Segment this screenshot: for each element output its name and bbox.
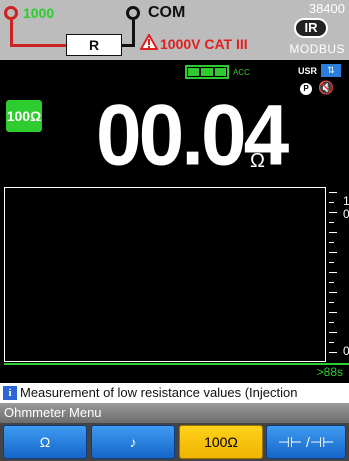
graph-time-label: >88s xyxy=(316,365,343,379)
graph-baseline xyxy=(4,363,349,365)
ir-icon: IR xyxy=(294,18,328,38)
cat-rating: 1000V CAT III xyxy=(160,36,248,52)
softkey-diode-button[interactable]: ⊣⊢ /⊣⊢ xyxy=(266,425,346,459)
black-wire-horizontal xyxy=(120,44,135,47)
softkey-range-button[interactable]: 100Ω xyxy=(179,425,263,459)
usr-label: USR xyxy=(298,66,318,76)
red-wire-horizontal xyxy=(10,44,68,47)
mute-icon: 🔇 xyxy=(318,80,335,95)
header-panel: 1000 COM R 1000V CAT III 38400 IR MODBUS xyxy=(0,0,349,60)
terminal-label: 1000 xyxy=(23,5,55,21)
info-bar: i Measurement of low resistance values (… xyxy=(0,383,349,403)
black-wire xyxy=(132,20,135,46)
usr-transfer-icon: ⇅ xyxy=(321,64,341,77)
range-badge: 100Ω xyxy=(6,100,42,132)
scale-mid-label: 0 xyxy=(343,207,349,221)
trend-graph xyxy=(4,187,326,362)
battery-icon xyxy=(185,65,229,79)
softkey-bar: Ω ♪ 100Ω ⊣⊢ /⊣⊢ xyxy=(0,423,349,461)
acc-label: ACC xyxy=(233,68,250,77)
modbus-label: MODBUS xyxy=(289,42,345,56)
softkey-ohm-button[interactable]: Ω xyxy=(3,425,87,459)
com-label: COM xyxy=(148,4,186,21)
p-icon: P xyxy=(300,83,312,95)
warning-icon xyxy=(140,34,158,50)
model-number: 38400 xyxy=(308,1,345,16)
info-icon: i xyxy=(3,386,17,400)
scale-bottom-label: 0 xyxy=(343,344,349,358)
info-text: Measurement of low resistance values (In… xyxy=(20,385,298,400)
softkey-continuity-button[interactable]: ♪ xyxy=(91,425,175,459)
com-terminal-icon xyxy=(126,6,140,20)
measurement-unit: Ω xyxy=(250,150,265,172)
menu-title-bar: Ohmmeter Menu xyxy=(0,403,349,423)
resistor-box: R xyxy=(66,34,122,56)
red-wire xyxy=(10,20,13,46)
scale-top-label: 1 xyxy=(343,194,349,208)
menu-title: Ohmmeter Menu xyxy=(4,405,102,420)
red-terminal-icon xyxy=(4,6,18,20)
